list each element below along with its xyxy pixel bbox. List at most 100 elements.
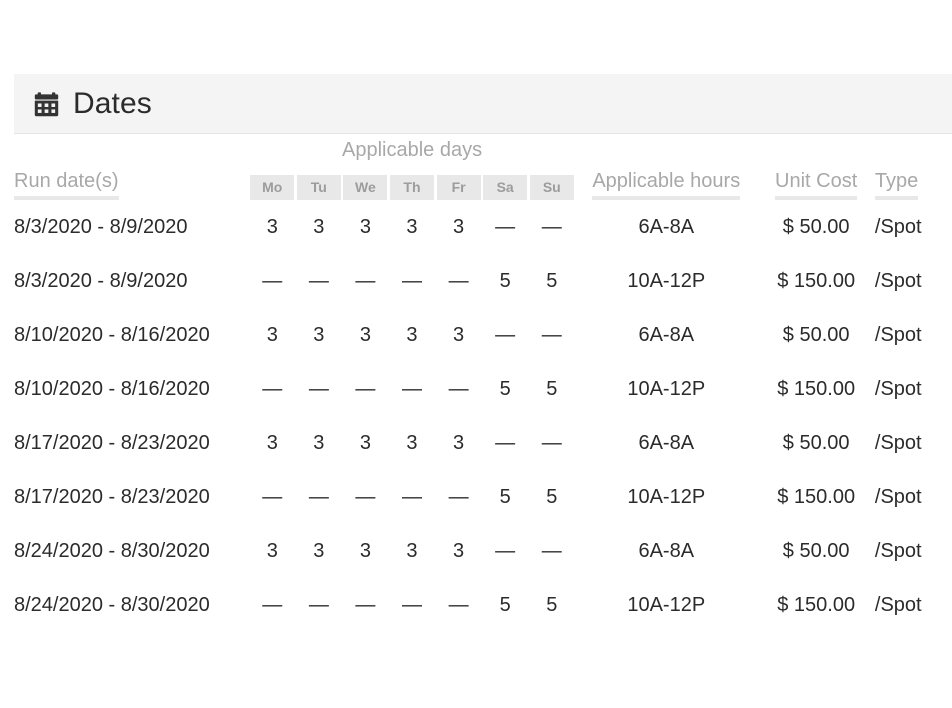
group-spacer-hours xyxy=(575,134,757,166)
cell-day-mo: — xyxy=(249,470,296,524)
cell-run-dates: 8/3/2020 - 8/9/2020 xyxy=(14,200,249,254)
cell-type: /Spot xyxy=(875,362,952,416)
group-header-row: Applicable days xyxy=(14,134,952,166)
cell-day-fr: 3 xyxy=(435,200,482,254)
day-chip-sa: Sa xyxy=(483,175,527,200)
cell-day-mo: 3 xyxy=(249,524,296,578)
cell-day-mo: — xyxy=(249,362,296,416)
group-spacer-cost xyxy=(757,134,874,166)
cell-day-we: — xyxy=(342,254,389,308)
cell-applicable-hours: 10A-12P xyxy=(575,362,757,416)
cell-day-th: — xyxy=(389,578,436,632)
day-chip-su: Su xyxy=(530,175,574,200)
column-header-row: Run date(s) Mo Tu We Th Fr Sa Su xyxy=(14,166,952,200)
cell-unit-cost: $ 150.00 xyxy=(757,578,874,632)
cell-unit-cost: $ 150.00 xyxy=(757,254,874,308)
column-header-run-dates[interactable]: Run date(s) xyxy=(14,166,249,200)
cell-day-tu: — xyxy=(296,470,343,524)
cell-day-we: 3 xyxy=(342,416,389,470)
table-row[interactable]: 8/10/2020 - 8/16/2020—————5510A-12P$ 150… xyxy=(14,362,952,416)
cell-day-sa: — xyxy=(482,308,529,362)
cell-applicable-hours: 6A-8A xyxy=(575,524,757,578)
cell-unit-cost: $ 150.00 xyxy=(757,362,874,416)
cell-type: /Spot xyxy=(875,254,952,308)
cell-type: /Spot xyxy=(875,470,952,524)
cell-day-we: 3 xyxy=(342,524,389,578)
table-row[interactable]: 8/3/2020 - 8/9/2020—————5510A-12P$ 150.0… xyxy=(14,254,952,308)
cell-day-we: 3 xyxy=(342,308,389,362)
cell-day-fr: 3 xyxy=(435,416,482,470)
cell-type: /Spot xyxy=(875,416,952,470)
cell-day-th: — xyxy=(389,470,436,524)
cell-day-tu: — xyxy=(296,254,343,308)
cell-unit-cost: $ 50.00 xyxy=(757,200,874,254)
cell-unit-cost: $ 50.00 xyxy=(757,524,874,578)
day-chip-mo: Mo xyxy=(250,175,294,200)
cell-applicable-hours: 6A-8A xyxy=(575,416,757,470)
cell-day-su: 5 xyxy=(528,362,575,416)
cell-day-tu: 3 xyxy=(296,524,343,578)
cell-day-tu: 3 xyxy=(296,200,343,254)
cell-day-mo: — xyxy=(249,254,296,308)
cell-day-tu: — xyxy=(296,362,343,416)
cell-day-sa: — xyxy=(482,200,529,254)
cell-day-we: — xyxy=(342,578,389,632)
cell-day-su: 5 xyxy=(528,578,575,632)
cell-type: /Spot xyxy=(875,308,952,362)
group-spacer-type xyxy=(875,134,952,166)
cell-day-mo: — xyxy=(249,578,296,632)
column-header-day-su[interactable]: Su xyxy=(528,166,575,200)
column-header-day-fr[interactable]: Fr xyxy=(435,166,482,200)
cell-run-dates: 8/24/2020 - 8/30/2020 xyxy=(14,524,249,578)
cell-day-tu: 3 xyxy=(296,416,343,470)
cell-run-dates: 8/24/2020 - 8/30/2020 xyxy=(14,578,249,632)
column-header-day-we[interactable]: We xyxy=(342,166,389,200)
column-header-type-label: Type xyxy=(875,169,918,200)
cell-type: /Spot xyxy=(875,200,952,254)
panel-header: Dates xyxy=(14,74,952,134)
cell-run-dates: 8/10/2020 - 8/16/2020 xyxy=(14,362,249,416)
cell-day-fr: — xyxy=(435,578,482,632)
cell-day-we: 3 xyxy=(342,200,389,254)
column-header-day-mo[interactable]: Mo xyxy=(249,166,296,200)
cell-day-we: — xyxy=(342,362,389,416)
table-row[interactable]: 8/24/2020 - 8/30/2020—————5510A-12P$ 150… xyxy=(14,578,952,632)
table-row[interactable]: 8/17/2020 - 8/23/2020—————5510A-12P$ 150… xyxy=(14,470,952,524)
cell-day-sa: 5 xyxy=(482,362,529,416)
cell-applicable-hours: 10A-12P xyxy=(575,254,757,308)
cell-day-sa: 5 xyxy=(482,254,529,308)
group-spacer-run xyxy=(14,134,249,166)
cell-day-th: 3 xyxy=(389,200,436,254)
column-header-day-th[interactable]: Th xyxy=(389,166,436,200)
cell-day-tu: — xyxy=(296,578,343,632)
cell-day-sa: 5 xyxy=(482,578,529,632)
cell-day-su: — xyxy=(528,200,575,254)
cell-day-sa: — xyxy=(482,416,529,470)
table-row[interactable]: 8/3/2020 - 8/9/202033333——6A-8A$ 50.00/S… xyxy=(14,200,952,254)
cell-day-mo: 3 xyxy=(249,308,296,362)
cell-applicable-hours: 10A-12P xyxy=(575,470,757,524)
cell-unit-cost: $ 150.00 xyxy=(757,470,874,524)
cell-day-su: — xyxy=(528,524,575,578)
column-header-applicable-hours[interactable]: Applicable hours xyxy=(575,166,757,200)
column-header-applicable-hours-label: Applicable hours xyxy=(592,169,740,200)
day-chip-th: Th xyxy=(390,175,434,200)
cell-day-su: 5 xyxy=(528,254,575,308)
table-row[interactable]: 8/17/2020 - 8/23/202033333——6A-8A$ 50.00… xyxy=(14,416,952,470)
table-row[interactable]: 8/24/2020 - 8/30/202033333——6A-8A$ 50.00… xyxy=(14,524,952,578)
table-row[interactable]: 8/10/2020 - 8/16/202033333——6A-8A$ 50.00… xyxy=(14,308,952,362)
cell-run-dates: 8/10/2020 - 8/16/2020 xyxy=(14,308,249,362)
cell-applicable-hours: 6A-8A xyxy=(575,308,757,362)
cell-day-tu: 3 xyxy=(296,308,343,362)
dates-panel: Dates Applicable days Run date(s) Mo xyxy=(14,74,952,632)
cell-day-fr: 3 xyxy=(435,524,482,578)
column-header-unit-cost[interactable]: Unit Cost xyxy=(757,166,874,200)
cell-day-sa: 5 xyxy=(482,470,529,524)
column-header-day-sa[interactable]: Sa xyxy=(482,166,529,200)
column-header-type[interactable]: Type xyxy=(875,166,952,200)
table-body: 8/3/2020 - 8/9/202033333——6A-8A$ 50.00/S… xyxy=(14,200,952,632)
day-chip-fr: Fr xyxy=(437,175,481,200)
cell-day-fr: — xyxy=(435,362,482,416)
column-header-unit-cost-label: Unit Cost xyxy=(775,169,857,200)
column-header-day-tu[interactable]: Tu xyxy=(296,166,343,200)
